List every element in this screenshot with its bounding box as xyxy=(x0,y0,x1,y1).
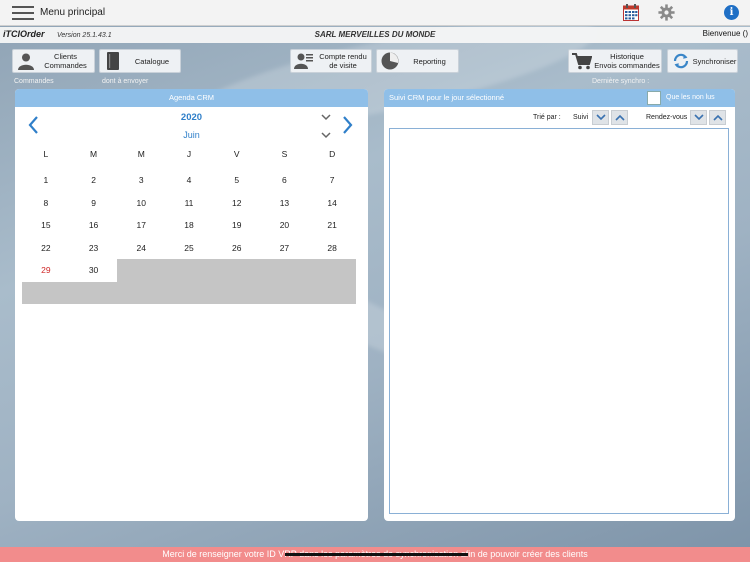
chevron-up-icon xyxy=(712,114,723,121)
weekday-label: S xyxy=(281,149,288,159)
calendar-day[interactable]: 22 xyxy=(22,237,70,260)
calendar-grid: 1 2 3 4 5 6 7 8 9 10 11 12 13 14 15 16 17 18 19 20 21 22 23 24 2… xyxy=(22,169,356,304)
book-icon xyxy=(102,50,124,72)
weekday-label: V xyxy=(233,149,240,159)
calendar-day[interactable]: 17 xyxy=(117,214,165,237)
redaction-bar xyxy=(285,553,468,556)
calendar-empty-cell xyxy=(22,281,356,304)
catalogue-label: Catalogue xyxy=(134,56,170,66)
sort-rdv-asc-button[interactable] xyxy=(709,110,726,125)
calendar-day[interactable]: 8 xyxy=(22,192,70,215)
sort-row: Trié par : Suivi Rendez-vous xyxy=(384,109,735,127)
welcome-label: Bienvenue () xyxy=(702,29,748,38)
weekday-header: L M M J V S D xyxy=(22,149,356,163)
clients-commandes-label: Clients Commandes xyxy=(44,52,87,70)
pie-chart-icon xyxy=(379,50,401,72)
derniere-synchro-sublabel: Dernière synchro : xyxy=(592,78,650,85)
hamburger-menu-icon[interactable] xyxy=(12,6,34,20)
dont-envoyer-sublabel: dont à envoyer xyxy=(102,78,149,85)
agenda-panel: Agenda CRM 2020 Juin L M M J V S D 12345… xyxy=(15,89,368,521)
calendar-day[interactable]: 9 xyxy=(70,192,118,215)
calendar-day[interactable]: 13 xyxy=(261,192,309,215)
unread-only-label: Que les non lus xyxy=(666,94,715,101)
gear-icon[interactable] xyxy=(658,4,675,21)
calendar-year: 2020 xyxy=(180,112,203,123)
weekday-label: M xyxy=(137,149,145,159)
unread-only-checkbox[interactable] xyxy=(647,91,661,105)
user-report-icon xyxy=(293,50,315,72)
cart-icon xyxy=(571,50,593,72)
calendar-day[interactable]: 12 xyxy=(213,192,261,215)
chevron-down-icon xyxy=(595,114,606,121)
calendar-icon[interactable] xyxy=(623,4,639,21)
calendar-day[interactable]: 24 xyxy=(117,237,165,260)
chevron-up-icon xyxy=(614,114,625,121)
calendar-day[interactable]: 30 xyxy=(70,259,118,282)
sort-suivi-asc-button[interactable] xyxy=(611,110,628,125)
synchroniser-button[interactable]: Synchroniser xyxy=(667,49,738,73)
chevron-down-icon[interactable] xyxy=(320,130,332,140)
agenda-title: Agenda CRM xyxy=(15,89,368,107)
weekday-label: M xyxy=(90,149,98,159)
reporting-button[interactable]: Reporting xyxy=(376,49,459,73)
calendar-day[interactable]: 18 xyxy=(165,214,213,237)
catalogue-button[interactable]: Catalogue xyxy=(99,49,181,73)
info-strip: iTCIOrder Version 25.1.43.1 SARL MERVEIL… xyxy=(0,27,750,43)
calendar-day[interactable]: 28 xyxy=(308,237,356,260)
compte-rendu-button[interactable]: Compte rendu de visite xyxy=(290,49,372,73)
calendar-day[interactable]: 27 xyxy=(261,237,309,260)
reporting-label: Reporting xyxy=(413,56,446,66)
calendar-day[interactable]: 29 xyxy=(22,259,70,282)
weekday-label: D xyxy=(329,149,336,159)
chevron-right-icon[interactable] xyxy=(340,115,354,135)
top-bar: Menu principal i xyxy=(0,0,750,26)
suivi-list[interactable] xyxy=(389,128,729,514)
calendar-day[interactable]: 23 xyxy=(70,237,118,260)
calendar-day[interactable]: 10 xyxy=(117,192,165,215)
calendar-day[interactable]: 1 xyxy=(22,169,70,192)
calendar-day[interactable]: 26 xyxy=(213,237,261,260)
company-name: SARL MERVEILLES DU MONDE xyxy=(314,30,436,39)
weekday-label: L xyxy=(43,149,49,159)
calendar-day[interactable]: 11 xyxy=(165,192,213,215)
calendar-day[interactable]: 5 xyxy=(213,169,261,192)
calendar-day[interactable]: 25 xyxy=(165,237,213,260)
calendar-day[interactable]: 4 xyxy=(165,169,213,192)
suivi-panel: Suivi CRM pour le jour sélectionné Que l… xyxy=(384,89,735,521)
historique-button[interactable]: Historique Envois commandes xyxy=(568,49,662,73)
weekday-label: J xyxy=(186,149,192,159)
info-icon[interactable]: i xyxy=(724,5,739,20)
sort-rdv-desc-button[interactable] xyxy=(690,110,707,125)
commandes-sublabel: Commandes xyxy=(14,78,54,85)
calendar-day[interactable]: 2 xyxy=(70,169,118,192)
historique-label: Historique Envois commandes xyxy=(594,52,660,70)
calendar-day[interactable]: 16 xyxy=(70,214,118,237)
synchroniser-label: Synchroniser xyxy=(692,56,737,66)
sort-suivi-desc-button[interactable] xyxy=(592,110,609,125)
sync-icon xyxy=(670,50,692,72)
calendar-month: Juin xyxy=(183,130,200,140)
chevron-down-icon[interactable] xyxy=(320,112,332,122)
calendar-day[interactable]: 3 xyxy=(117,169,165,192)
clients-commandes-button[interactable]: Clients Commandes xyxy=(12,49,95,73)
sort-rdv-label[interactable]: Rendez-vous xyxy=(646,114,687,121)
user-icon xyxy=(15,50,37,72)
calendar-day[interactable]: 7 xyxy=(308,169,356,192)
calendar-day[interactable]: 20 xyxy=(261,214,309,237)
calendar-empty-cell xyxy=(117,259,356,282)
compte-rendu-label: Compte rendu de visite xyxy=(319,52,367,70)
chevron-down-icon xyxy=(693,114,704,121)
sort-label: Trié par : xyxy=(533,114,561,121)
calendar-day[interactable]: 14 xyxy=(308,192,356,215)
calendar-day[interactable]: 19 xyxy=(213,214,261,237)
menu-title[interactable]: Menu principal xyxy=(40,7,105,18)
sort-suivi-label[interactable]: Suivi xyxy=(573,114,588,121)
calendar-day[interactable]: 21 xyxy=(308,214,356,237)
calendar-day[interactable]: 6 xyxy=(261,169,309,192)
calendar-day[interactable]: 15 xyxy=(22,214,70,237)
